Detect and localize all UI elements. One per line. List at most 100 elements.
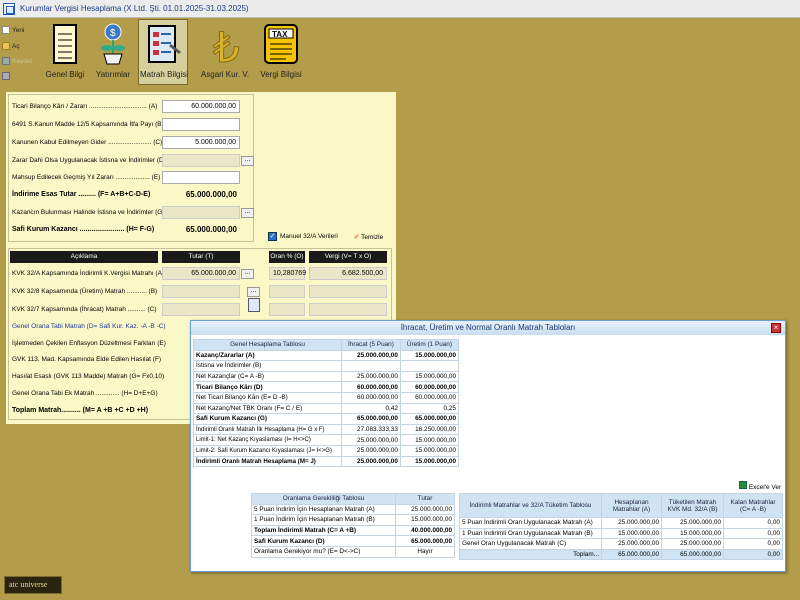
print-icon <box>2 72 10 80</box>
title-bar: Kurumlar Vergisi Hesaplama (X Ltd. Şti. … <box>0 0 800 18</box>
col-header-vergi: Vergi (V= T x O) <box>309 251 387 263</box>
close-icon[interactable]: × <box>771 323 781 333</box>
table-row: Safi Kurum Kazancı (D) 65.000.000,00 <box>251 535 455 547</box>
t1-cell: Net Kazançlar (C= A -B) <box>193 370 342 383</box>
manuel-checkbox[interactable]: ✓ <box>268 232 277 241</box>
detail-button-g[interactable]: ... <box>241 208 254 218</box>
t2-cell: 40.000.000,00 <box>395 524 455 537</box>
table-row: İndirimli Oranlı Matrah İlk Hesaplama (H… <box>193 423 460 436</box>
form-label-f: İndirime Esas Tutar ......... (F= A+B+C-… <box>12 191 151 198</box>
t1-cell: 25.000.000,00 <box>341 444 401 457</box>
sidebar-item-new[interactable]: Yeni <box>2 26 24 34</box>
t2-cell: Oranlama Gerekiyor mu? (E= D<->C) <box>251 545 396 558</box>
t1-cell: 60.000.000,00 <box>341 381 401 393</box>
t1-cell: 16.250.000,00 <box>399 423 460 436</box>
t1-cell: 15.000.000,00 <box>399 370 460 383</box>
vergi-a: 6.682.500,00 <box>309 267 387 280</box>
t1-cell: Ticari Bilanço Kârı (D) <box>193 381 342 393</box>
input-a[interactable]: 60.000.000,00 <box>162 100 240 113</box>
t1-cell: 60.000.000,00 <box>399 391 460 404</box>
new-doc-icon <box>2 26 10 34</box>
app-icon <box>3 3 15 15</box>
t3-cell: 0,00 <box>723 538 783 550</box>
toolbar-vergi-bilgisi[interactable]: TAX Vergi Bilgisi <box>258 20 304 84</box>
t1-cell: Limit-1: Net Kazanç Kıyaslaması (I= H<>C… <box>193 434 342 446</box>
form-label-e: Mahsup Edilecek Geçmiş Yıl Zararı ......… <box>12 174 161 181</box>
toolbar-asgari-kv[interactable]: ₺ Asgari Kur. V. <box>201 20 249 84</box>
t3-cell: 65.000.000,00 <box>601 548 662 561</box>
t2-cell: Safi Kurum Kazancı (D) <box>251 535 396 547</box>
tutar-c <box>162 303 240 316</box>
t2-header: Oranlama Gerekliliği Tablosu <box>251 493 396 505</box>
matrah-dialog: İhracat, Üretim ve Normal Oranlı Matrah … <box>190 320 786 572</box>
vergi-b <box>309 285 387 298</box>
form-clipboard-icon <box>148 25 181 63</box>
t1-cell: Limit-2: Safi Kurum Kazancı Kıyaslaması … <box>193 444 342 457</box>
t1-cell: 65.000.000,00 <box>399 413 460 425</box>
t3-header: Tüketilen Matrah KVK Md. 32/A (B) <box>661 493 724 518</box>
t1-header: Üretim (1 Puan) <box>399 339 460 351</box>
toolbar-matrah-bilgisi[interactable]: Matrah Bilgisi <box>138 19 188 85</box>
input-b[interactable] <box>162 118 240 131</box>
tax-form-icon: TAX <box>264 24 298 64</box>
window-title: Kurumlar Vergisi Hesaplama (X Ltd. Şti. … <box>20 4 249 13</box>
t3-cell: 1 Puan İndirimli Oran Uygulanacak Matrah… <box>459 527 602 540</box>
t1-cell: 60.000.000,00 <box>399 381 460 393</box>
lower-label-f: GVK 113. Mad. Kapsamında Elde Edilen Has… <box>12 356 162 363</box>
manuel-label: Manuel 32/A Verileri <box>280 233 338 240</box>
table-row: Safi Kurum Kazancı (G) 65.000.000,00 65.00… <box>193 413 460 425</box>
table-row: Genel Oran Uygulanacak Matrah (C) 25.000.… <box>459 538 783 550</box>
t1-cell: Net Ticari Bilanço Kârı (E= D -B) <box>193 391 342 404</box>
form-label-g: Kazancın Bulunması Halinde İstisna ve İn… <box>12 209 165 216</box>
t1-cell: 25.000.000,00 <box>341 434 401 446</box>
col-header-oran: Oran % (O) <box>269 251 305 263</box>
lower-label-d: Genel Orana Tabi Matrah (D= Safi Kur. Ka… <box>12 323 166 330</box>
t1-header: İhracat (5 Puan) <box>341 339 401 351</box>
value-h: 65.000.000,00 <box>185 225 237 234</box>
lower-label-e: İşletmeden Çekilen Enflasyon Düzeltmesi … <box>12 340 166 347</box>
calculator-icon[interactable] <box>248 298 260 312</box>
toolbar-yatirimlar[interactable]: $ Yatırımlar <box>90 20 136 84</box>
sidebar-item-save[interactable]: Kaydet <box>2 57 32 65</box>
form-label-d: Zarar Dahi Olsa Uygulanacak İstisna ve İ… <box>12 157 166 164</box>
t2-cell: 65.000.000,00 <box>395 535 455 547</box>
input-c[interactable]: 5.000.000,00 <box>162 136 240 149</box>
detail-button-d[interactable]: ... <box>241 156 254 166</box>
col-header-aciklama: Açıklama <box>10 251 158 263</box>
dialog-title: İhracat, Üretim ve Normal Oranlı Matrah … <box>191 321 785 335</box>
sidebar-item-print[interactable] <box>2 72 10 80</box>
t1-cell: İndirimli Oranlı Matrah İlk Hesaplama (H… <box>193 423 342 436</box>
svg-text:₺: ₺ <box>213 23 240 66</box>
oran-a: 10,280769 <box>269 267 306 280</box>
t1-cell: 60.000.000,00 <box>341 391 401 404</box>
t1-cell: 25.000.000,00 <box>341 455 401 468</box>
table-row: Toplam... 65.000.000,00 65.000.000,00 0,00 <box>459 548 783 561</box>
table-row: İndirimli Oranlı Matrah Hesaplama (M= J)… <box>193 455 460 468</box>
t2-cell: 25.000.000,00 <box>395 503 455 516</box>
genel-hesaplama-table: Genel Hesaplama Tablosu İhracat (5 Puan)… <box>193 339 460 468</box>
excel-button[interactable]: Excel'e Ver <box>739 481 781 491</box>
input-g <box>162 206 240 219</box>
t1-cell: İstisna ve İndirimler (B) <box>193 360 342 372</box>
t2-cell: Toplam İndirimli Matrah (C= A +B) <box>251 524 396 537</box>
t2-cell: Hayır <box>395 545 455 558</box>
input-e[interactable] <box>162 171 240 184</box>
lower-label-m: Toplam Matrah.......... (M= A +B +C +D +… <box>12 407 149 414</box>
notepad-icon <box>53 24 77 64</box>
svg-text:TAX: TAX <box>272 30 288 39</box>
col-header-tutar: Tutar (T) <box>162 251 240 263</box>
t3-cell: 25.000.000,00 <box>661 517 724 529</box>
t3-cell: 15.000.000,00 <box>661 527 724 540</box>
save-icon <box>2 57 10 65</box>
table-row: Toplam İndirimli Matrah (C= A +B) 40.000.… <box>251 524 455 537</box>
form-label-c: Kanunen Kabul Edilmeyen Gider ..........… <box>12 139 163 146</box>
temizle-button[interactable]: ✐ Temizle <box>354 233 383 241</box>
t3-cell: 65.000.000,00 <box>661 548 724 561</box>
detail-button-lower-b[interactable]: ... <box>247 287 260 297</box>
t2-cell: 5 Puan İndirim İçin Hesaplanan Matrah (A… <box>251 503 396 516</box>
table-row: Kazanç/Zararlar (A) 25.000.000,00 15.000.0… <box>193 349 460 362</box>
sidebar-item-open[interactable]: Aç <box>2 42 20 50</box>
table-row: Limit-1: Net Kazanç Kıyaslaması (I= H<>C… <box>193 434 460 446</box>
excel-label: Excel'e Ver <box>748 484 782 491</box>
detail-button-lower-a[interactable]: ... <box>241 269 254 279</box>
